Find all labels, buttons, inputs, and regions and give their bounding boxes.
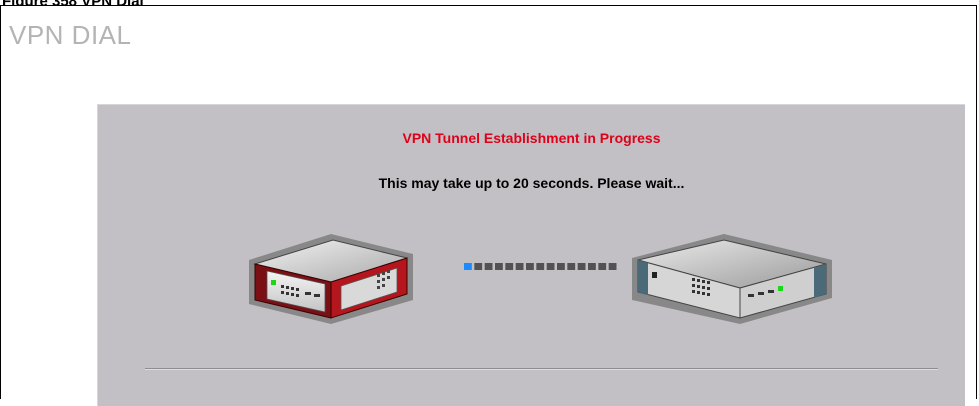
tunnel-segment bbox=[588, 263, 596, 270]
status-heading: VPN Tunnel Establishment in Progress bbox=[402, 130, 661, 146]
vpn-dial-window: VPN DIAL VPN Tunnel Establishment in Pro… bbox=[0, 5, 977, 406]
tunnel-segment bbox=[515, 263, 524, 270]
tunnel-segment bbox=[598, 263, 607, 270]
tunnel-segment bbox=[546, 263, 555, 270]
tunnel-segment bbox=[505, 263, 514, 270]
tunnel-progress-icon bbox=[464, 263, 617, 270]
progress-panel: VPN Tunnel Establishment in Progress Thi… bbox=[97, 104, 965, 406]
tunnel-segment bbox=[526, 263, 534, 270]
wait-message: This may take up to 20 seconds. Please w… bbox=[378, 175, 685, 191]
tunnel-segment bbox=[577, 263, 586, 270]
tunnel-segment bbox=[484, 263, 493, 270]
tunnel-segment bbox=[536, 263, 545, 270]
tunnel-segment bbox=[474, 263, 483, 270]
tunnel-segment bbox=[495, 263, 503, 270]
zywall-gray-appliance-icon bbox=[632, 234, 832, 324]
tunnel-segment bbox=[557, 263, 565, 270]
tunnel-segment bbox=[608, 263, 617, 270]
panel-divider bbox=[145, 368, 938, 370]
zywall-red-appliance-icon bbox=[249, 234, 413, 324]
tunnel-segment bbox=[567, 263, 576, 270]
page-title: VPN DIAL bbox=[9, 20, 132, 50]
tunnel-segment-lit bbox=[464, 263, 472, 270]
